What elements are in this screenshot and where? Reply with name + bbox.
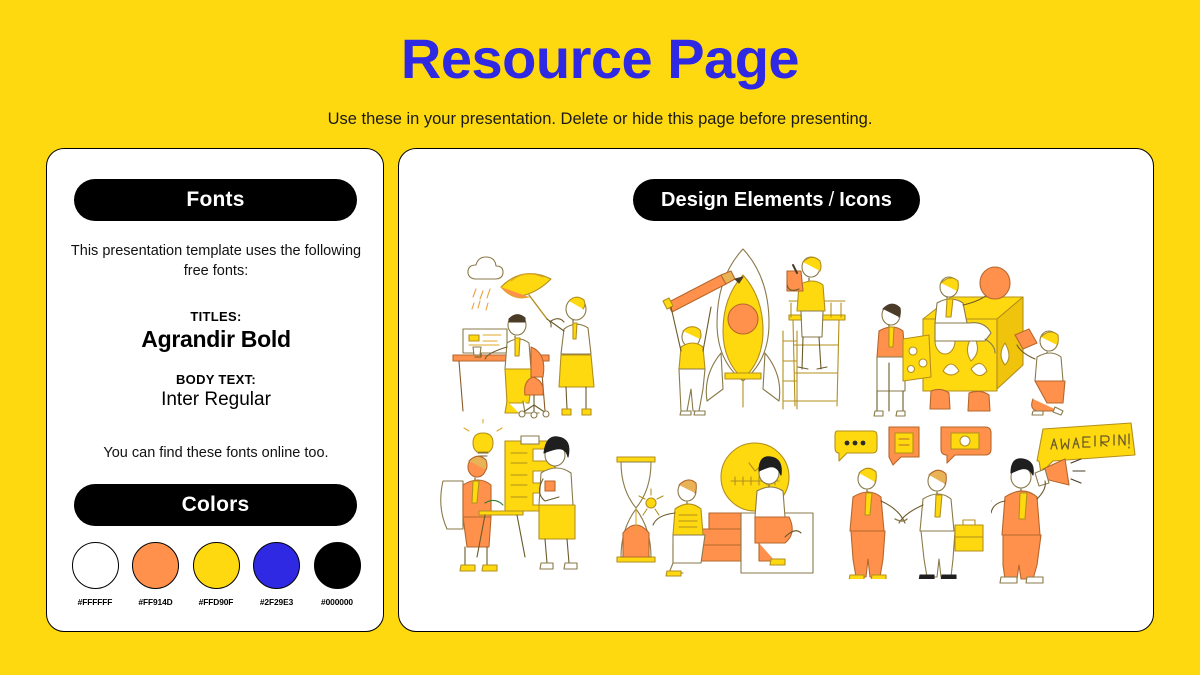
color-swatch-list: #FFFFFF #FF914D #FFD90F #2F29E3 #000000 [69,542,363,607]
illustration-rocket-launch-build[interactable] [651,241,849,421]
fonts-outro-text: You can find these fonts online too. [103,445,329,461]
titles-font-value: Agrandir Bold [141,326,291,352]
fonts-and-colors-card: Fonts This presentation template uses th… [46,148,384,632]
illustration-grid [413,241,1139,617]
swatch-yellow-hex: #FFD90F [198,597,234,607]
swatch-blue-hex: #2F29E3 [259,597,294,607]
swatch-blue-dot [253,542,300,589]
fonts-heading-pill: Fonts [74,179,357,221]
swatch-black[interactable]: #000000 [311,542,363,607]
design-elements-heading-pill: Design Elements / Icons [633,179,920,221]
illustration-desk-umbrella-rain[interactable] [445,251,641,419]
illustration-handshake-deal[interactable] [833,419,993,579]
design-heading-sub: Icons [839,188,893,211]
design-heading-main: Design Elements [660,188,824,211]
page-title: Resource Page [400,27,800,90]
fonts-heading-label: Fonts [186,188,245,211]
page-subtitle: Use these in your presentation. Delete o… [327,110,873,128]
body-text-font-value: Inter Regular [161,389,271,410]
illustration-cube-assembly[interactable] [865,247,1079,419]
design-elements-card: Design Elements / Icons [398,148,1154,632]
swatch-black-hex: #000000 [321,597,353,607]
illustration-we-are-hiring-megaphone[interactable] [991,419,1139,585]
swatch-white[interactable]: #FFFFFF [69,542,121,607]
colors-heading-label: Colors [181,493,250,516]
body-text-label: BODY TEXT: [175,372,257,387]
swatch-white-dot [71,542,119,589]
swatch-orange-dot [132,542,179,589]
swatch-blue[interactable]: #2F29E3 [251,542,303,607]
illustration-interview-checklist[interactable] [439,419,615,577]
swatch-yellow[interactable]: #FFD90F [190,542,242,607]
swatch-black-dot [313,542,361,589]
design-heading-slash: / [828,188,835,211]
swatch-orange-hex: #FF914D [138,597,173,607]
illustration-hourglass-time-steps[interactable] [613,441,819,577]
swatch-yellow-dot [192,542,240,589]
titles-label: TITLES: [190,309,242,324]
fonts-intro-text: This presentation template uses the foll… [70,243,362,279]
swatch-white-hex: #FFFFFF [77,597,113,607]
swatch-orange[interactable]: #FF914D [130,542,182,607]
colors-heading-pill: Colors [74,484,357,526]
